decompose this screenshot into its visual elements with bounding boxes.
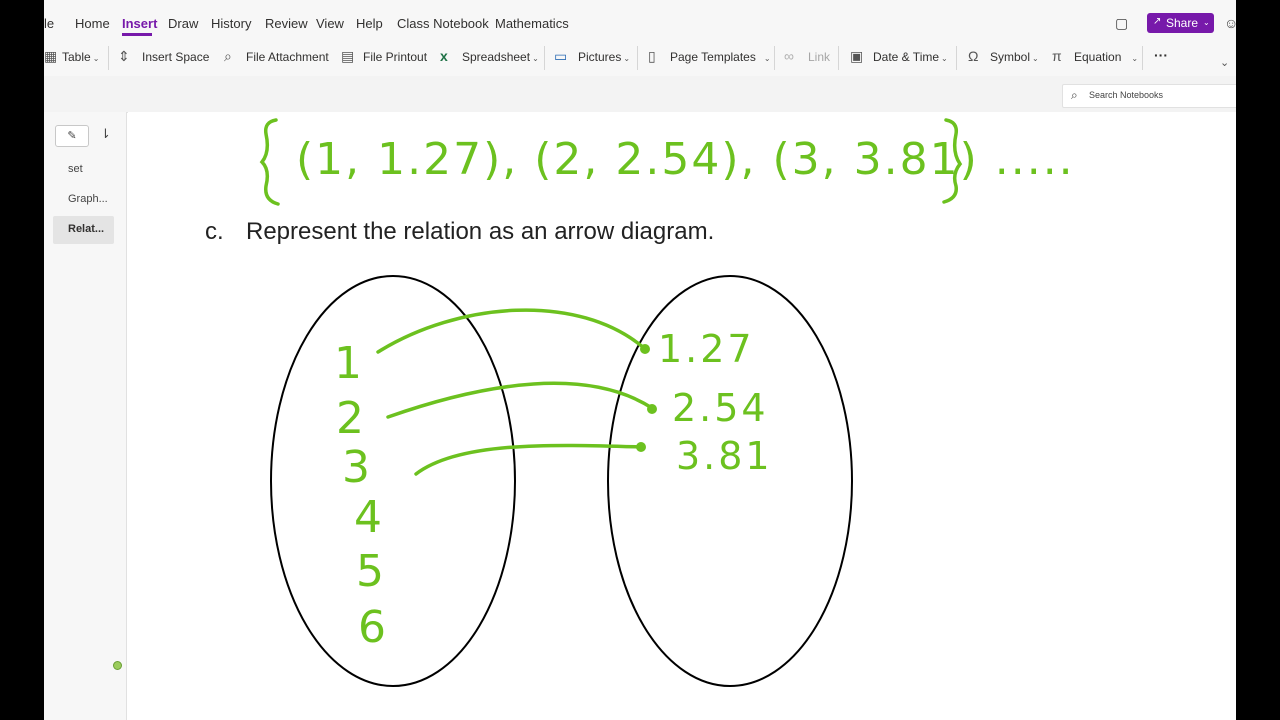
search-icon: ⌕ xyxy=(1071,88,1078,102)
tab-help[interactable]: Help xyxy=(356,16,383,31)
tab-mathematics[interactable]: Mathematics xyxy=(495,16,569,31)
domain-value-1: 1 xyxy=(334,338,362,389)
sync-status-icon xyxy=(113,661,122,670)
excel-icon: x xyxy=(440,48,448,64)
share-button[interactable]: ↗ Share ⌄ xyxy=(1147,13,1214,33)
symbol-button[interactable]: Symbol ⌄ xyxy=(990,50,1039,64)
divider xyxy=(838,46,839,70)
tab-review[interactable]: Review xyxy=(265,16,308,31)
arrowhead-1 xyxy=(640,344,650,354)
insert-space-icon: ⇕ xyxy=(118,48,130,64)
domain-value-5: 5 xyxy=(356,546,384,597)
domain-value-2: 2 xyxy=(336,393,364,444)
calendar-icon: ▣ xyxy=(850,48,864,64)
account-icon[interactable]: ☺ xyxy=(1224,15,1236,31)
page-item-set[interactable]: set xyxy=(53,156,114,184)
page-item-relation[interactable]: Relat... xyxy=(53,216,114,244)
mapping-arrows xyxy=(376,308,654,476)
insert-space-button[interactable]: Insert Space xyxy=(142,50,209,64)
range-value-3-81: 3.81 xyxy=(676,434,773,478)
pi-icon: π xyxy=(1052,48,1062,64)
divider xyxy=(544,46,545,70)
more-options-button[interactable]: ··· xyxy=(1154,47,1168,63)
domain-value-3: 3 xyxy=(342,442,370,493)
domain-values: 123456 xyxy=(334,338,386,653)
note-canvas[interactable]: c. Represent the relation as an arrow dia… xyxy=(128,112,1236,720)
insert-ribbon: ▦ Table ⌄ ⇕ Insert Space ⌕ File Attachmen… xyxy=(44,40,1236,76)
page-label: set xyxy=(68,163,83,175)
page-item-graph[interactable]: Graph... xyxy=(53,186,114,214)
window-edge xyxy=(1236,0,1280,720)
page-templates-button[interactable]: Page Templates ⌄ xyxy=(670,50,771,64)
link-icon: ∞ xyxy=(784,48,794,64)
divider xyxy=(108,46,109,70)
domain-ellipse xyxy=(270,275,516,687)
tab-class-notebook[interactable]: Class Notebook xyxy=(397,16,489,31)
arrow-1-to-1.27 xyxy=(376,308,646,354)
sort-icon[interactable]: ⇂ xyxy=(100,126,111,142)
range-value-1-27: 1.27 xyxy=(658,327,755,371)
equation-button[interactable]: Equation ⌄ xyxy=(1074,50,1138,64)
divider xyxy=(1142,46,1143,70)
share-icon: ↗ xyxy=(1153,16,1162,27)
divider xyxy=(956,46,957,70)
arrowhead-2 xyxy=(647,404,657,414)
arrowhead-3 xyxy=(636,442,646,452)
divider xyxy=(637,46,638,70)
add-page-button[interactable]: ✎ xyxy=(55,125,89,147)
page-label: Relat... xyxy=(68,223,105,235)
page-label: Graph... xyxy=(68,193,108,205)
link-button[interactable]: Link xyxy=(808,50,830,64)
picture-icon: ▭ xyxy=(554,48,568,64)
ink-layer: (1, 1.27), (2, 2.54), (3, 3.81) ..... 12… xyxy=(259,118,1075,687)
search-placeholder: Search Notebooks xyxy=(1089,90,1164,100)
arrow-2-to-2.54 xyxy=(386,381,654,419)
immersive-reader-icon[interactable]: ▢ xyxy=(1115,15,1128,32)
spreadsheet-button[interactable]: Spreadsheet ⌄ xyxy=(462,50,539,64)
domain-value-4: 4 xyxy=(354,492,382,543)
search-input[interactable]: ⌕ Search Notebooks xyxy=(1062,84,1236,108)
search-bar-row: ⌕ Search Notebooks xyxy=(44,76,1236,113)
omega-icon: Ω xyxy=(968,48,979,64)
range-values: 1.27 2.543.81 xyxy=(658,327,773,478)
tab-view[interactable]: View xyxy=(316,16,344,31)
domain-value-6: 6 xyxy=(358,602,386,653)
file-attachment-button[interactable]: File Attachment xyxy=(246,50,329,64)
tab-home[interactable]: Home xyxy=(75,16,110,31)
set-notation-text: (1, 1.27), (2, 2.54), (3, 3.81) ..... xyxy=(296,134,1075,185)
collapse-ribbon-icon[interactable]: ⌄ xyxy=(1220,56,1229,69)
date-time-button[interactable]: Date & Time ⌄ xyxy=(873,50,948,64)
menu-bar: le Home Insert Draw History Review View … xyxy=(44,0,1236,40)
share-label: Share xyxy=(1166,16,1199,30)
paperclip-icon: ⌕ xyxy=(224,48,232,64)
tab-draw[interactable]: Draw xyxy=(168,16,198,31)
tab-history[interactable]: History xyxy=(211,16,251,31)
active-tab-indicator xyxy=(122,33,152,36)
page-templates-icon: ▯ xyxy=(648,48,656,64)
table-button[interactable]: Table ⌄ xyxy=(62,50,99,64)
divider xyxy=(774,46,775,70)
arrow-heads xyxy=(636,344,657,452)
onenote-window: le Home Insert Draw History Review View … xyxy=(44,0,1236,720)
tab-file[interactable]: le xyxy=(44,16,54,31)
range-value-2-54: 2.54 xyxy=(672,386,769,430)
pictures-button[interactable]: Pictures ⌄ xyxy=(578,50,630,64)
chevron-down-icon: ⌄ xyxy=(1203,18,1210,27)
file-printout-button[interactable]: File Printout xyxy=(363,50,427,64)
page-list-pane: ✎ ⇂ set Graph... Relat... xyxy=(44,112,127,720)
add-page-icon: ✎ xyxy=(67,130,77,142)
table-icon: ▦ xyxy=(44,48,58,64)
file-printout-icon: ▤ xyxy=(341,48,355,64)
tab-insert[interactable]: Insert xyxy=(122,16,157,31)
